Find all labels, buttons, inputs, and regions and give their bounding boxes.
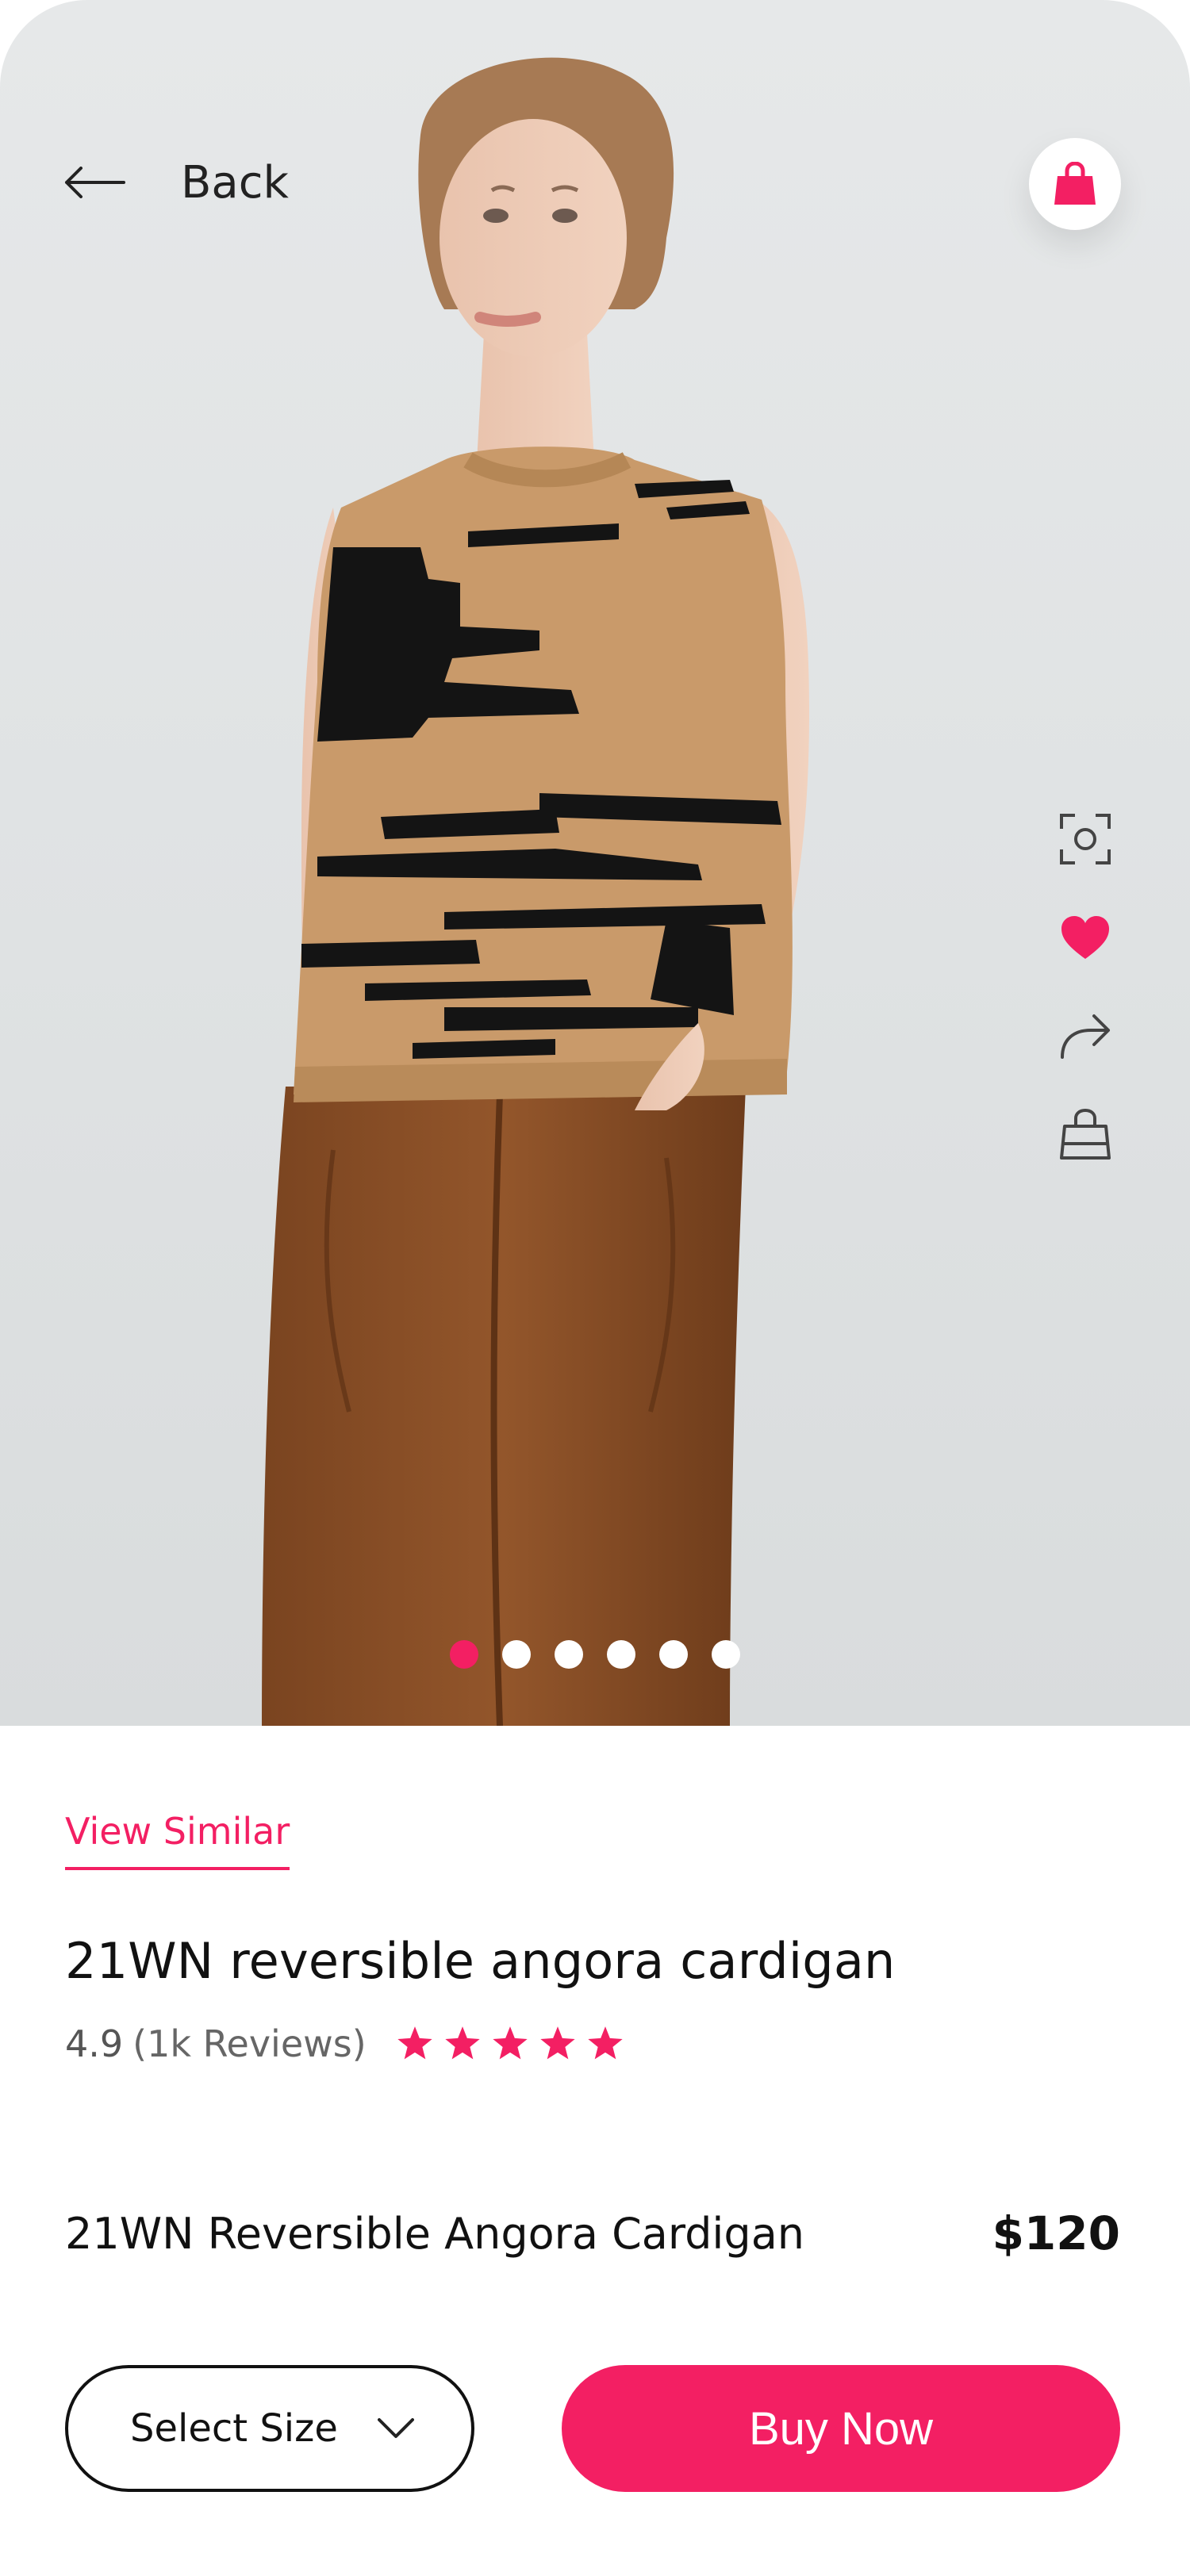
product-photo bbox=[262, 57, 809, 1726]
chevron-down-icon bbox=[378, 2418, 414, 2438]
star-icon bbox=[588, 2026, 623, 2060]
pagination-dot[interactable] bbox=[555, 1640, 583, 1669]
pagination-dot[interactable] bbox=[607, 1640, 635, 1669]
size-select-dropdown[interactable]: Select Size bbox=[65, 2365, 474, 2492]
rating-score: 4.9 bbox=[65, 2022, 124, 2065]
star-icon bbox=[445, 2026, 480, 2060]
star-rating bbox=[395, 2024, 625, 2064]
rating-row: 4.9 (1k Reviews) bbox=[65, 2022, 625, 2065]
share-arrow-icon bbox=[1061, 1014, 1110, 1059]
pagination-dot[interactable] bbox=[659, 1640, 688, 1669]
gallery-pagination bbox=[0, 1640, 1190, 1669]
star-icon bbox=[397, 2026, 432, 2060]
star-icon bbox=[493, 2026, 528, 2060]
pagination-dot[interactable] bbox=[502, 1640, 531, 1669]
product-price: $120 bbox=[992, 2206, 1120, 2260]
star-icon bbox=[540, 2026, 575, 2060]
add-to-bag-button[interactable] bbox=[1055, 1104, 1115, 1164]
buy-now-button[interactable]: Buy Now bbox=[562, 2365, 1120, 2492]
side-action-bar bbox=[1055, 809, 1115, 1164]
bag-icon bbox=[1060, 1109, 1111, 1160]
product-full-name: 21WN Reversible Angora Cardigan bbox=[65, 2208, 805, 2259]
product-summary-row: 21WN Reversible Angora Cardigan $120 bbox=[65, 2206, 1120, 2260]
product-image-gallery[interactable]: Back bbox=[0, 0, 1190, 1726]
share-button[interactable] bbox=[1055, 1006, 1115, 1066]
shopping-bag-icon bbox=[1054, 162, 1096, 205]
favorite-button[interactable] bbox=[1055, 907, 1115, 968]
back-button[interactable]: Back bbox=[63, 151, 289, 214]
visual-search-button[interactable] bbox=[1055, 809, 1115, 869]
camera-scan-icon bbox=[1060, 814, 1111, 864]
size-select-label: Select Size bbox=[130, 2406, 338, 2451]
view-similar-link[interactable]: View Similar bbox=[65, 1810, 290, 1870]
heart-icon bbox=[1061, 916, 1109, 959]
product-title: 21WN reversible angora cardigan bbox=[65, 1932, 896, 1990]
back-label: Back bbox=[181, 156, 289, 209]
cart-button[interactable] bbox=[1029, 138, 1121, 230]
arrow-left-icon bbox=[65, 167, 125, 198]
pagination-dot[interactable] bbox=[450, 1640, 478, 1669]
pagination-dot[interactable] bbox=[712, 1640, 740, 1669]
review-count[interactable]: (1k Reviews) bbox=[132, 2022, 367, 2065]
